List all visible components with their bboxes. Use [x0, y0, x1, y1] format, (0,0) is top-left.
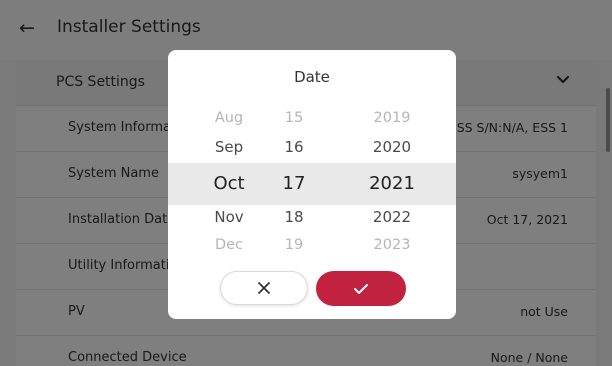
- month-option[interactable]: Aug: [198, 110, 260, 126]
- day-option[interactable]: 19: [262, 237, 326, 253]
- year-option[interactable]: 2020: [356, 138, 428, 156]
- date-picker-dialog: Date Aug Sep Oct Nov Dec 15 16 17 18 19 …: [168, 50, 456, 319]
- year-option[interactable]: 2023: [356, 237, 428, 253]
- day-option[interactable]: 18: [262, 208, 326, 226]
- close-icon: [258, 282, 270, 294]
- month-option[interactable]: Dec: [198, 237, 260, 253]
- year-option[interactable]: 2019: [356, 110, 428, 126]
- year-selected[interactable]: 2021: [356, 173, 428, 194]
- year-option[interactable]: 2022: [356, 208, 428, 226]
- day-option[interactable]: 16: [262, 138, 326, 156]
- month-option[interactable]: Sep: [198, 138, 260, 156]
- confirm-button[interactable]: [316, 271, 406, 306]
- day-selected[interactable]: 17: [262, 173, 326, 194]
- month-selected[interactable]: Oct: [198, 173, 260, 194]
- check-icon: [354, 283, 368, 294]
- cancel-button[interactable]: [220, 271, 308, 305]
- day-option[interactable]: 15: [262, 110, 326, 126]
- dialog-title: Date: [294, 68, 330, 86]
- month-option[interactable]: Nov: [198, 208, 260, 226]
